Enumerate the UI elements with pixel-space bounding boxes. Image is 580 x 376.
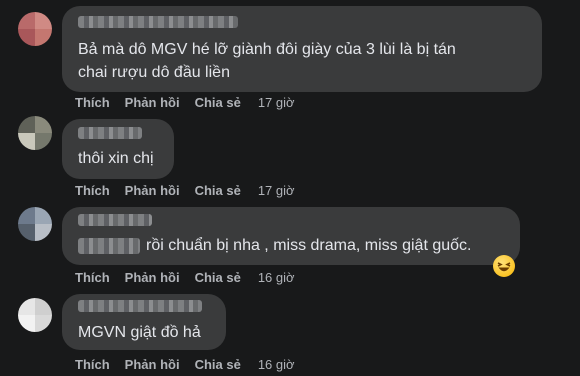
author-name[interactable] — [78, 214, 152, 226]
comment-actions: Thích Phản hồi Chia sẻ 17 giờ — [75, 183, 295, 198]
comment-text: Bả mà dô MGV hé lỡ giành đôi giày của 3 … — [78, 41, 456, 58]
reply-button[interactable]: Phản hồi — [125, 270, 180, 285]
comment-actions: Thích Phản hồi Chia sẻ 16 giờ — [75, 270, 295, 285]
like-button[interactable]: Thích — [75, 270, 110, 285]
reply-button[interactable]: Phản hồi — [125, 95, 180, 110]
author-name[interactable] — [78, 127, 142, 139]
timestamp[interactable]: 17 giờ — [258, 95, 295, 110]
comment-actions: Thích Phản hồi Chia sẻ 16 giờ — [75, 357, 295, 372]
avatar[interactable] — [18, 207, 52, 241]
share-button[interactable]: Chia sẻ — [195, 357, 241, 372]
share-button[interactable]: Chia sẻ — [195, 95, 241, 110]
share-button[interactable]: Chia sẻ — [195, 183, 241, 198]
like-button[interactable]: Thích — [75, 183, 110, 198]
mentioned-name[interactable] — [78, 238, 140, 254]
reply-button[interactable]: Phản hồi — [125, 183, 180, 198]
comment-text: MGVN giật đồ hả — [78, 324, 201, 341]
author-name[interactable] — [78, 16, 238, 28]
share-button[interactable]: Chia sẻ — [195, 270, 241, 285]
avatar[interactable] — [18, 298, 52, 332]
reply-button[interactable]: Phản hồi — [125, 357, 180, 372]
avatar[interactable] — [18, 116, 52, 150]
timestamp[interactable]: 16 giờ — [258, 357, 295, 372]
like-button[interactable]: Thích — [75, 357, 110, 372]
laughing-emoji-icon[interactable] — [493, 255, 515, 277]
comment-text: rồi chuẩn bị nha , miss drama, miss giật… — [146, 237, 472, 254]
avatar[interactable] — [18, 12, 52, 46]
author-name[interactable] — [78, 300, 202, 312]
timestamp[interactable]: 16 giờ — [258, 270, 295, 285]
timestamp[interactable]: 17 giờ — [258, 183, 295, 198]
comment-text: thôi xin chị — [78, 150, 154, 167]
comment-actions: Thích Phản hồi Chia sẻ 17 giờ — [75, 95, 295, 110]
like-button[interactable]: Thích — [75, 95, 110, 110]
comment-text: chai rượu dô đầu liền — [78, 64, 230, 81]
